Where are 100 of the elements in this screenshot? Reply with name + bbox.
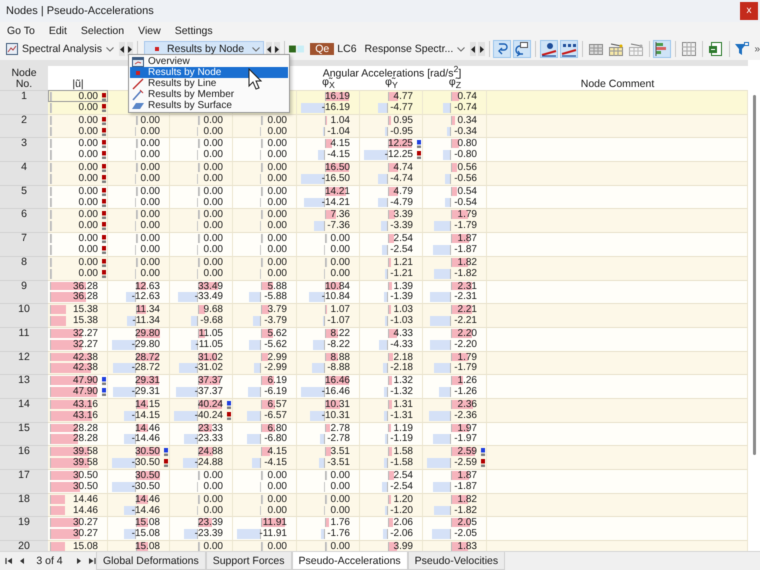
cell-value: -11.91 <box>258 528 288 540</box>
row-header[interactable]: 4 <box>0 161 48 185</box>
row-header[interactable]: 18 <box>0 492 48 516</box>
column-header[interactable]: |ũ| <box>48 78 108 90</box>
cell-value: 39.58 <box>72 457 99 468</box>
row-header[interactable]: 8 <box>0 256 48 280</box>
cell-value: 28.72 <box>134 352 161 363</box>
cell-value: 2.78 <box>330 422 351 434</box>
cell-value: 2.06 <box>392 517 414 528</box>
column-header[interactable]: φ̃$_{Y}$ <box>360 76 423 92</box>
tab[interactable]: Pseudo-Velocities <box>408 552 506 570</box>
row-header[interactable]: 11 <box>0 326 48 351</box>
row-header[interactable]: 5 <box>0 184 48 208</box>
toolbar-button[interactable] <box>733 40 752 58</box>
previous-button[interactable] <box>118 42 126 56</box>
cell-value: -2.31 <box>453 291 478 302</box>
cell-value: 30.50 <box>134 470 161 481</box>
scrollbar-thumb[interactable] <box>753 95 756 455</box>
toolbar-button[interactable] <box>540 40 558 58</box>
cell-value: 0.00 <box>78 268 99 279</box>
tab[interactable]: Support Forces <box>206 552 292 570</box>
row-header[interactable]: 12 <box>0 350 48 374</box>
menu-item[interactable]: Results by Node <box>130 67 288 78</box>
menu-item[interactable]: Results by Member <box>130 89 288 100</box>
row-header[interactable]: 16 <box>0 445 48 469</box>
row-header[interactable]: 10 <box>0 303 48 327</box>
cell-value: 0.00 <box>78 162 99 174</box>
cell-value: 2.59 <box>456 446 478 458</box>
cell-value: 0.00 <box>78 114 99 126</box>
cell-value: 36.28 <box>72 291 99 302</box>
previous-button[interactable] <box>470 42 476 56</box>
cell-value: -1.76 <box>326 528 351 540</box>
menu-item[interactable]: Results by Line <box>130 78 288 89</box>
cell-value: 0.00 <box>330 256 351 268</box>
cell-value: 12.63 <box>134 280 161 292</box>
toolbar-button[interactable] <box>513 40 532 58</box>
row-header[interactable]: 7 <box>0 232 48 256</box>
cell-value: 12.25 <box>386 138 414 150</box>
table-icon <box>628 41 644 57</box>
previous-page-button[interactable] <box>18 555 26 567</box>
cell-value: -0.56 <box>453 172 478 184</box>
row-header[interactable]: 14 <box>0 398 48 422</box>
menu-item[interactable]: Go To <box>7 24 35 36</box>
next-button[interactable] <box>478 42 485 56</box>
toolbar-button[interactable] <box>493 40 512 58</box>
column-header[interactable]: Node No. <box>0 66 48 90</box>
triangle-right-icon <box>480 46 484 52</box>
triangle-left-icon <box>267 46 272 52</box>
toolbar-button[interactable] <box>560 40 578 58</box>
tab[interactable]: Pseudo-Accelerations <box>292 552 408 570</box>
cell-value: 1.79 <box>456 352 478 363</box>
cell-value: -1.04 <box>326 126 351 137</box>
column-header[interactable]: Node Comment <box>487 78 748 90</box>
first-page-button[interactable] <box>5 555 14 567</box>
last-page-button[interactable] <box>87 555 96 567</box>
cell-value: -1.07 <box>326 315 351 326</box>
cell-value: 0.00 <box>78 196 99 208</box>
row-header[interactable]: 19 <box>0 516 48 540</box>
row-header[interactable]: 20 <box>0 540 48 551</box>
cell-value: 0.00 <box>78 149 99 160</box>
cell-value: 1.07 <box>330 304 351 316</box>
overflow-button[interactable]: » <box>754 44 760 54</box>
triangle-left-icon <box>471 46 476 52</box>
toolbar-button[interactable] <box>653 40 672 58</box>
tab[interactable]: Global Deformations <box>96 552 206 570</box>
menu-item[interactable]: Settings <box>174 24 213 36</box>
cell-value: 0.00 <box>266 480 288 492</box>
row-header[interactable]: 13 <box>0 374 48 398</box>
curved-arrow-icon <box>514 41 530 57</box>
close-button[interactable]: x <box>740 2 758 20</box>
row-header[interactable]: 1 <box>0 90 48 114</box>
cell-value: 1.79 <box>456 209 478 220</box>
cell-value: 0.00 <box>140 172 161 184</box>
menu-item[interactable]: Overview <box>130 56 288 67</box>
analysis-dropdown[interactable]: Spectral Analysis <box>3 40 117 58</box>
row-header[interactable]: 3 <box>0 137 48 162</box>
cell-value: 42.38 <box>72 352 99 363</box>
next-page-button[interactable] <box>74 555 84 567</box>
menu-item[interactable]: View <box>138 24 161 36</box>
menu-item[interactable]: Selection <box>80 24 124 36</box>
row-header[interactable]: 15 <box>0 422 48 446</box>
cell-value: 0.00 <box>202 244 224 255</box>
row-header[interactable]: 9 <box>0 280 48 304</box>
load-case-dropdown[interactable]: Response Spectr... <box>362 40 468 58</box>
cell-value: 14.46 <box>72 494 99 505</box>
cell-value: -1.58 <box>389 457 414 468</box>
menu-item[interactable]: Results by Surface <box>130 100 288 111</box>
cell-value: 4.74 <box>392 162 414 174</box>
cell-value: 8.88 <box>330 352 351 363</box>
menu-item[interactable]: Edit <box>48 24 67 36</box>
toolbar-button[interactable] <box>680 40 698 58</box>
cell-value: 3.51 <box>330 446 351 458</box>
cell-value: -30.50 <box>130 457 161 468</box>
row-header[interactable]: 17 <box>0 469 48 493</box>
cell-value: 0.00 <box>266 244 288 255</box>
row-header[interactable]: 2 <box>0 114 48 138</box>
cell-value: -0.95 <box>389 126 414 137</box>
row-header[interactable]: 6 <box>0 208 48 232</box>
toolbar-button[interactable] <box>706 40 725 58</box>
cell-value: 11.91 <box>262 517 288 528</box>
